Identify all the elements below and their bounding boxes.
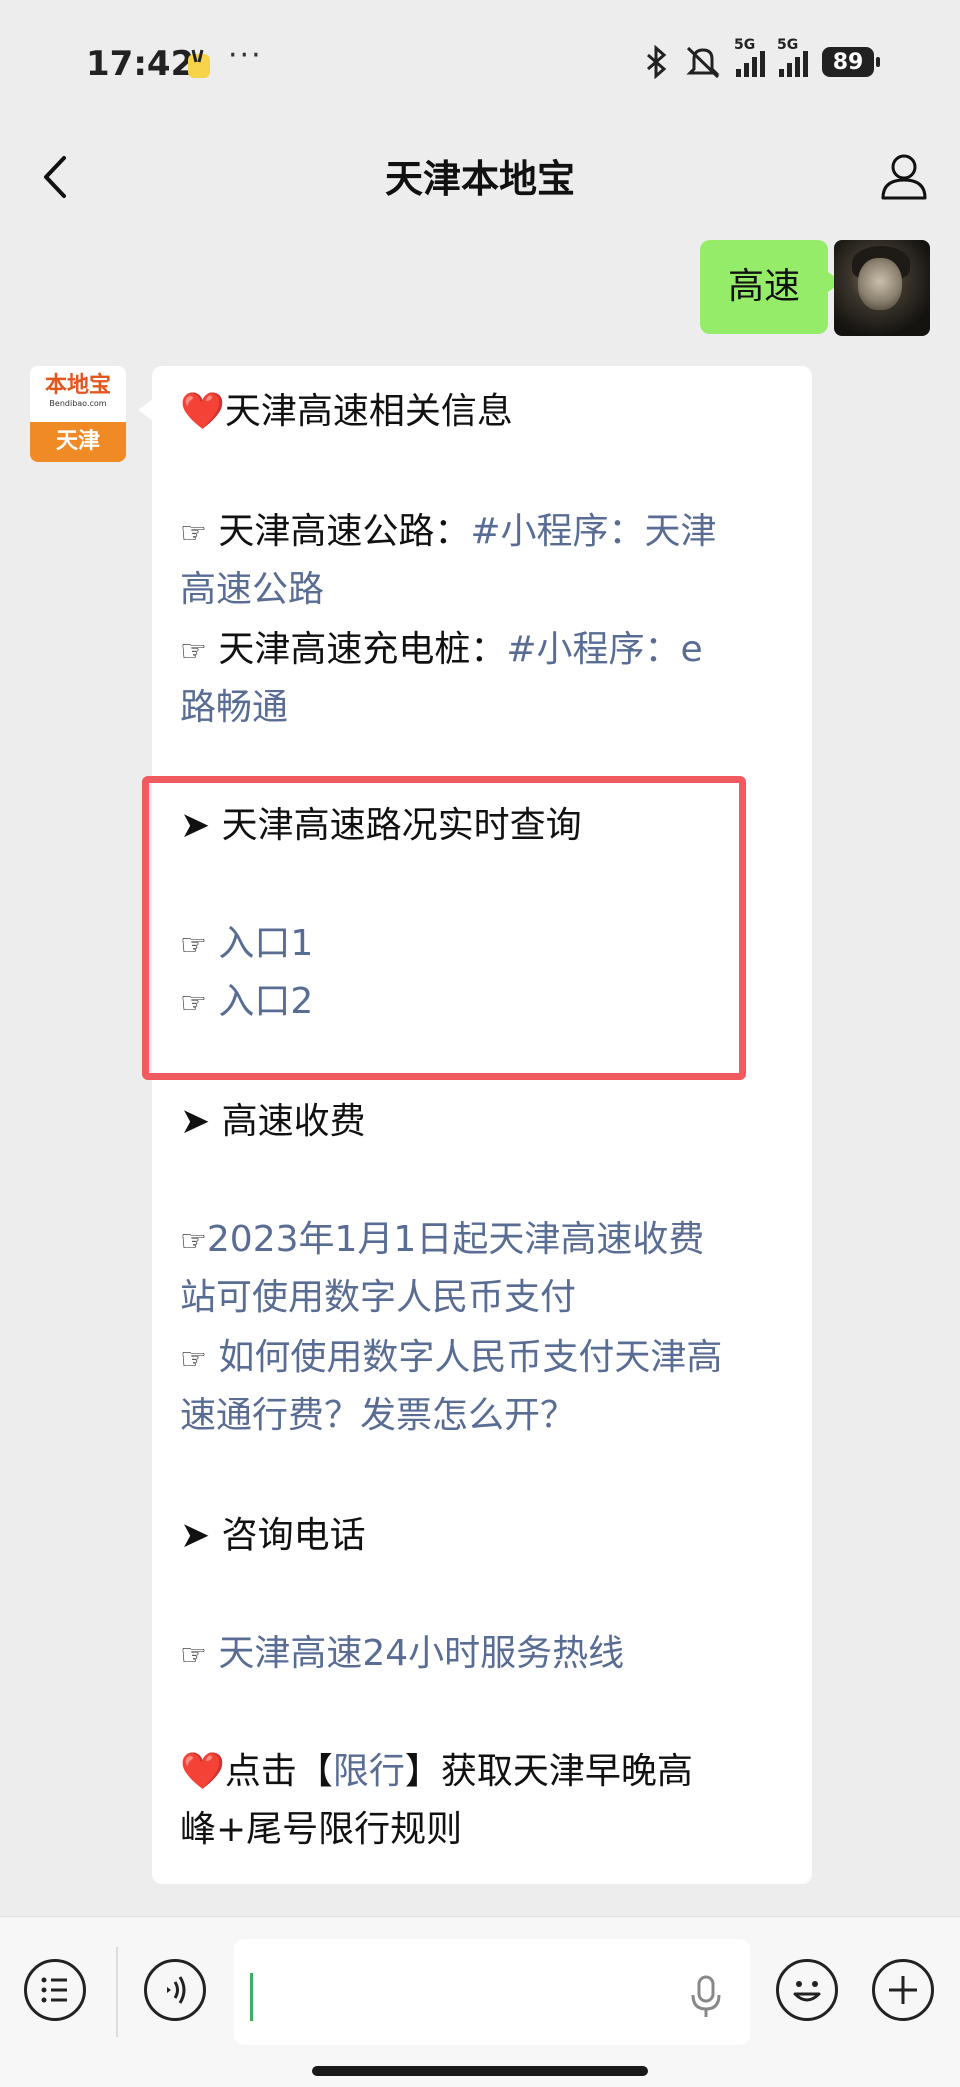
chat-header: 天津本地宝 <box>0 120 960 228</box>
home-indicator[interactable] <box>312 2066 648 2076</box>
heart-icon: ❤️ <box>180 391 225 432</box>
bluetooth-icon <box>647 45 667 79</box>
cell-signal-icon-2: 5G <box>777 37 808 77</box>
message-input[interactable] <box>234 1939 750 2045</box>
section-toll-title: ➤ 高速收费 <box>180 1101 366 1142</box>
section-phone-title: ➤ 咨询电话 <box>180 1515 366 1556</box>
bot-avatar-logo: 本地宝 <box>44 373 111 398</box>
emoji-icon[interactable] <box>776 1959 838 2021</box>
chat-title: 天津本地宝 <box>384 157 575 201</box>
notification-app-icon <box>188 49 210 78</box>
toll-link-1[interactable]: ☞2023年1月1日起天津高速收费 <box>180 1218 704 1264</box>
bot-avatar-city: 天津 <box>30 422 126 462</box>
bot-avatar[interactable]: 本地宝 Bendibao.com 天津 <box>30 366 126 462</box>
miniprogram-link-charging-cont[interactable]: 路畅通 <box>180 686 288 730</box>
pointing-hand-icon: ☞ <box>180 1342 207 1377</box>
my-avatar[interactable] <box>834 240 930 336</box>
miniprogram-link-highway-cont[interactable]: 高速公路 <box>180 568 324 612</box>
cell-signal-icon-1: 5G <box>734 37 765 77</box>
pointing-hand-icon: ☞ <box>180 1638 207 1673</box>
miniprogram-link-highway[interactable]: #小程序：天津 <box>470 511 716 552</box>
miniprogram-link-charging[interactable]: #小程序：e <box>506 629 702 670</box>
status-icons: 5G 5G 89 <box>644 37 880 84</box>
toll-link-1-cont[interactable]: 站可使用数字人民币支付 <box>180 1276 576 1320</box>
chat-input-bar <box>0 1916 960 2087</box>
voice-icon[interactable] <box>144 1959 206 2021</box>
hotline-link[interactable]: ☞ 天津高速24小时服务热线 <box>180 1632 624 1678</box>
incoming-message-bubble: ❤️天津高速相关信息 ☞ 天津高速公路：#小程序：天津 高速公路 ☞ 天津高速充… <box>138 366 812 1884</box>
toll-link-2[interactable]: ☞ 如何使用数字人民币支付天津高 <box>180 1336 722 1382</box>
add-more-icon[interactable] <box>872 1959 934 2021</box>
reply-line-highway: ☞ 天津高速公路：#小程序：天津 <box>180 511 717 552</box>
reply-heading: ❤️天津高速相关信息 <box>180 391 513 432</box>
profile-icon[interactable] <box>878 150 930 202</box>
restriction-link[interactable]: 限行 <box>333 1751 405 1792</box>
pointing-hand-icon: ☞ <box>180 634 207 669</box>
highlight-box <box>142 776 746 1080</box>
pointing-hand-icon: ☞ <box>180 516 207 551</box>
footer-line-cont: 峰+尾号限行规则 <box>180 1809 463 1850</box>
outgoing-message-bubble[interactable]: 高速 <box>699 240 843 334</box>
arrow-icon: ➤ <box>180 1515 211 1556</box>
footer-line: ❤️点击【限行】获取天津早晚高 <box>180 1751 693 1792</box>
battery-indicator: 89 <box>822 47 880 77</box>
arrow-icon: ➤ <box>180 1101 211 1142</box>
microphone-icon[interactable] <box>688 1973 724 2021</box>
text-caret <box>250 1973 253 2021</box>
pointing-hand-icon: ☞ <box>180 1224 207 1259</box>
mute-bell-icon <box>686 46 720 79</box>
status-bar: 17:42 ··· 5G 5G 89 <box>0 0 960 120</box>
reply-line-charging: ☞ 天津高速充电桩：#小程序：e <box>180 629 703 670</box>
heart-icon: ❤️ <box>180 1751 225 1792</box>
status-time: 17:42 <box>86 44 195 84</box>
status-more-dots: ··· <box>228 38 263 73</box>
bot-avatar-site: Bendibao.com <box>49 399 107 408</box>
input-divider <box>116 1947 118 2037</box>
menu-list-icon[interactable] <box>24 1959 86 2021</box>
toll-link-2-cont[interactable]: 速通行费？发票怎么开？ <box>180 1394 576 1438</box>
